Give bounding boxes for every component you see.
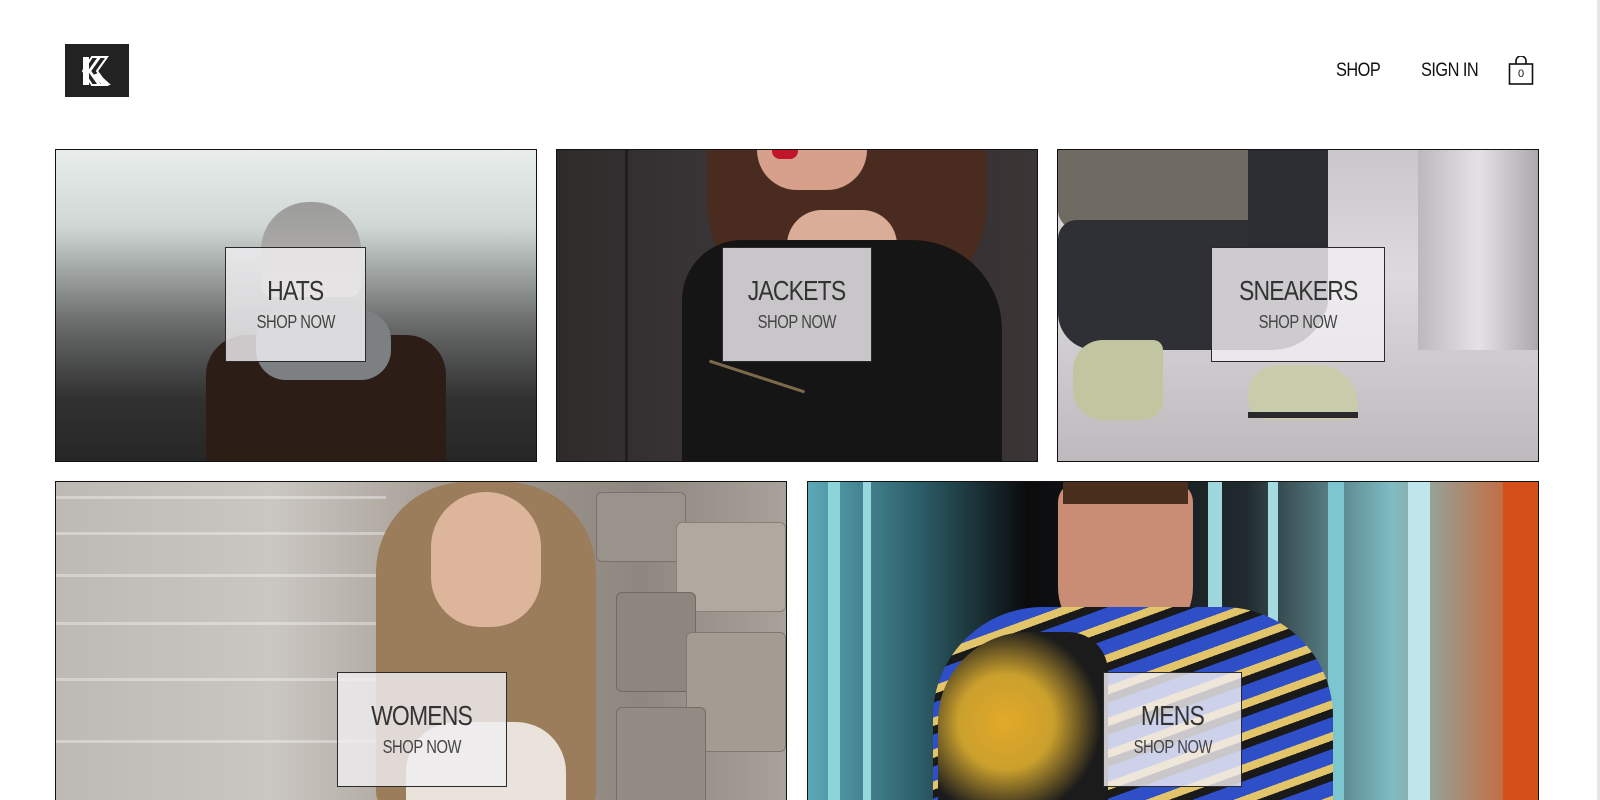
category-tile-hats[interactable]: HATS SHOP NOW xyxy=(55,149,537,462)
category-tile-sneakers[interactable]: SNEAKERS SHOP NOW xyxy=(1057,149,1539,462)
category-tile-mens[interactable]: MENS SHOP NOW xyxy=(807,481,1539,800)
k-logo-icon xyxy=(81,55,111,86)
logo-link[interactable] xyxy=(65,44,129,97)
category-label-jackets: JACKETS SHOP NOW xyxy=(722,247,872,362)
category-title: SNEAKERS xyxy=(1238,274,1358,306)
category-title: JACKETS xyxy=(748,274,846,306)
shop-now-link[interactable]: SHOP NOW xyxy=(1133,737,1212,758)
shop-now-link[interactable]: SHOP NOW xyxy=(758,312,837,333)
category-label-sneakers: SNEAKERS SHOP NOW xyxy=(1211,247,1385,362)
cart-count-badge: 0 xyxy=(1517,68,1525,80)
main-nav: SHOP SIGN IN 0 xyxy=(1336,56,1534,86)
shop-now-link[interactable]: SHOP NOW xyxy=(383,737,462,758)
category-title: WOMENS xyxy=(371,699,474,731)
category-title: MENS xyxy=(1140,699,1205,731)
shop-now-link[interactable]: SHOP NOW xyxy=(256,312,335,333)
category-tile-womens[interactable]: WOMENS SHOP NOW xyxy=(55,481,787,800)
category-title: HATS xyxy=(267,274,324,306)
category-label-mens: MENS SHOP NOW xyxy=(1103,672,1242,787)
cart-button[interactable]: 0 xyxy=(1508,56,1534,86)
nav-link-sign-in[interactable]: SIGN IN xyxy=(1421,60,1479,82)
category-label-womens: WOMENS SHOP NOW xyxy=(337,672,507,787)
shop-now-link[interactable]: SHOP NOW xyxy=(1259,312,1338,333)
category-label-hats: HATS SHOP NOW xyxy=(225,247,366,362)
nav-link-shop[interactable]: SHOP xyxy=(1336,60,1381,82)
site-header: SHOP SIGN IN 0 xyxy=(0,0,1600,140)
category-tile-jackets[interactable]: JACKETS SHOP NOW xyxy=(556,149,1038,462)
